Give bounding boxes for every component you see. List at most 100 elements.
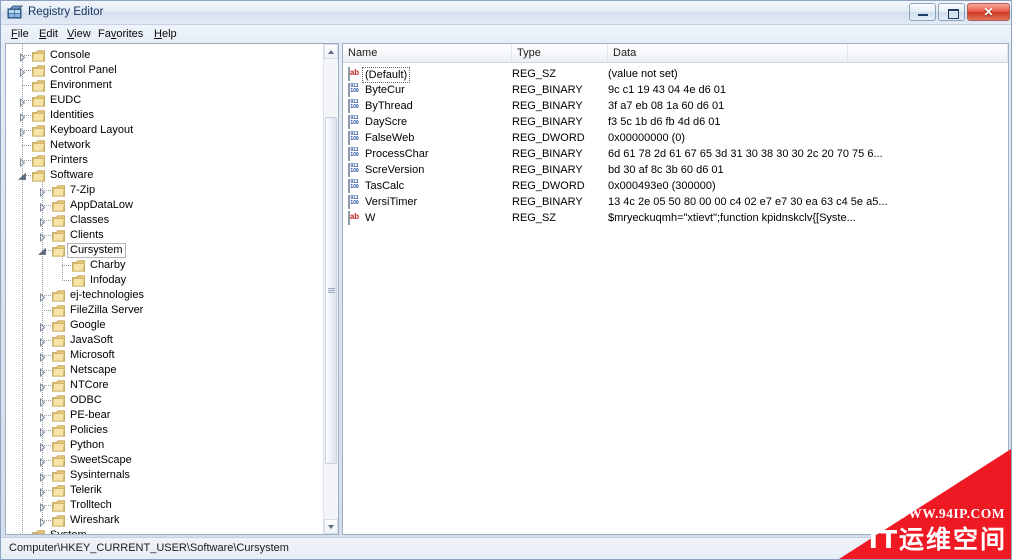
expand-triangle-icon[interactable] [38, 487, 47, 498]
tree-node-wireshark[interactable]: Wireshark [6, 513, 316, 528]
expand-triangle-icon[interactable] [38, 367, 47, 378]
tree-node-classes[interactable]: Classes [6, 213, 316, 228]
value-row[interactable]: 011100 DayScre REG_BINARY f3 5c 1b d6 fb 4d… [343, 114, 1008, 130]
tree-node-eudc[interactable]: EUDC [6, 93, 316, 108]
collapse-triangle-icon[interactable] [17, 172, 27, 181]
expand-triangle-icon[interactable] [38, 217, 47, 228]
tree-node-policies[interactable]: Policies [6, 423, 316, 438]
value-row[interactable]: ab W REG_SZ $mryeckuqmh="xtievt";function k… [343, 210, 1008, 226]
expand-triangle-icon[interactable] [38, 502, 47, 513]
expand-triangle-icon[interactable] [18, 97, 27, 108]
value-row[interactable]: 011100 FalseWeb REG_DWORD 0x00000000 (0) [343, 130, 1008, 146]
expand-triangle-icon[interactable] [38, 397, 47, 408]
tree-node-filezilla-server[interactable]: FileZilla Server [6, 303, 316, 318]
value-row[interactable]: 011100 ProcessChar REG_BINARY 6d 61 78 2d 6… [343, 146, 1008, 162]
expand-triangle-icon[interactable] [38, 232, 47, 243]
tree-node-javasoft[interactable]: JavaSoft [6, 333, 316, 348]
tree-node-software[interactable]: Software [6, 168, 316, 183]
expand-triangle-icon[interactable] [18, 52, 27, 63]
tree-node-sweetscape[interactable]: SweetScape [6, 453, 316, 468]
folder-icon [32, 50, 46, 62]
expand-triangle-icon[interactable] [38, 322, 47, 333]
expand-triangle-icon[interactable] [38, 352, 47, 363]
column-header-blank[interactable] [848, 44, 1008, 62]
column-header-data[interactable]: Data [608, 44, 848, 62]
tree-node-charby[interactable]: Charby [6, 258, 316, 273]
expand-triangle-icon[interactable] [18, 532, 27, 534]
value-row[interactable]: ab(Default) REG_SZ (value not set) [343, 66, 1008, 83]
tree-node-infoday[interactable]: Infoday [6, 273, 316, 288]
tree-node-identities[interactable]: Identities [6, 108, 316, 123]
expand-triangle-icon[interactable] [38, 382, 47, 393]
tree-node-trolltech[interactable]: Trolltech [6, 498, 316, 513]
expand-triangle-icon[interactable] [38, 337, 47, 348]
value-row[interactable]: 011100 ScreVersion REG_BINARY bd 30 af 8c 3… [343, 162, 1008, 178]
tree-node-sysinternals[interactable]: Sysinternals [6, 468, 316, 483]
tree-node-odbc[interactable]: ODBC [6, 393, 316, 408]
tree-node-label: AppDataLow [70, 199, 133, 211]
tree-node-appdatalow[interactable]: AppDataLow [6, 198, 316, 213]
folder-icon [32, 140, 46, 152]
tree-node-google[interactable]: Google [6, 318, 316, 333]
expand-triangle-icon[interactable] [38, 457, 47, 468]
tree-node-label: NTCore [70, 379, 109, 391]
menu-item-edit[interactable]: Edit [35, 27, 62, 41]
expand-triangle-icon[interactable] [18, 112, 27, 123]
menu-item-favorites[interactable]: Favorites [94, 27, 147, 41]
maximize-button[interactable] [938, 3, 965, 21]
tree-node-label: FileZilla Server [70, 304, 144, 316]
expand-triangle-icon[interactable] [38, 472, 47, 483]
tree-node-microsoft[interactable]: Microsoft [6, 348, 316, 363]
tree-node-console[interactable]: Console [6, 48, 316, 63]
minimize-button[interactable] [909, 3, 936, 21]
tree-node-7-zip[interactable]: 7-Zip [6, 183, 316, 198]
tree-node-environment[interactable]: Environment [6, 78, 316, 93]
expand-triangle-icon[interactable] [38, 412, 47, 423]
expand-triangle-icon[interactable] [38, 442, 47, 453]
expand-triangle-icon[interactable] [18, 157, 27, 168]
collapse-triangle-icon[interactable] [37, 247, 47, 256]
menu-item-view[interactable]: View [63, 27, 95, 41]
tree-node-cursystem[interactable]: Cursystem [6, 243, 316, 258]
tree-node-printers[interactable]: Printers [6, 153, 316, 168]
tree-node-telerik[interactable]: Telerik [6, 483, 316, 498]
column-header-name[interactable]: Name [343, 44, 512, 62]
scroll-down-button[interactable] [324, 519, 338, 534]
close-button[interactable]: ✕ [967, 3, 1010, 21]
menu-item-file[interactable]: File [7, 27, 33, 41]
tree-node-ntcore[interactable]: NTCore [6, 378, 316, 393]
tree-node-pe-bear[interactable]: PE-bear [6, 408, 316, 423]
scroll-up-button[interactable] [324, 44, 338, 59]
scrollbar-thumb[interactable] [325, 117, 337, 464]
value-row[interactable]: 011100 ByteCur REG_BINARY 9c c1 19 43 04 4e… [343, 82, 1008, 98]
tree-node-control-panel[interactable]: Control Panel [6, 63, 316, 78]
expand-triangle-icon[interactable] [38, 427, 47, 438]
folder-icon [52, 440, 66, 452]
tree-vertical-scrollbar[interactable] [323, 44, 338, 534]
expand-triangle-icon[interactable] [38, 202, 47, 213]
column-header-type[interactable]: Type [512, 44, 608, 62]
folder-icon [72, 260, 86, 272]
value-name: FalseWeb [365, 132, 415, 144]
tree-node-netscape[interactable]: Netscape [6, 363, 316, 378]
value-row[interactable]: 011100 TasCalc REG_DWORD 0x000493e0 (300000… [343, 178, 1008, 194]
tree-node-python[interactable]: Python [6, 438, 316, 453]
registry-tree[interactable]: Console Control Panel Environment EUDC Ident… [6, 44, 324, 534]
tree-node-ej-technologies[interactable]: ej-technologies [6, 288, 316, 303]
tree-node-keyboard-layout[interactable]: Keyboard Layout [6, 123, 316, 138]
tree-node-label: PE-bear [70, 409, 111, 421]
expand-triangle-icon[interactable] [18, 67, 27, 78]
folder-icon [52, 470, 66, 482]
tree-node-clients[interactable]: Clients [6, 228, 316, 243]
tree-node-network[interactable]: Network [6, 138, 316, 153]
tree-node-system[interactable]: System [6, 528, 316, 534]
tree-node-label: Classes [70, 214, 110, 226]
menu-item-help[interactable]: Help [150, 27, 181, 41]
expand-triangle-icon[interactable] [38, 517, 47, 528]
value-row[interactable]: 011100 VersiTimer REG_BINARY 13 4c 2e 05 50… [343, 194, 1008, 210]
value-row[interactable]: 011100 ByThread REG_BINARY 3f a7 eb 08 1a 6… [343, 98, 1008, 114]
expand-triangle-icon[interactable] [38, 292, 47, 303]
value-type-icon: 011100 [348, 147, 361, 161]
expand-triangle-icon[interactable] [18, 127, 27, 138]
expand-triangle-icon[interactable] [38, 187, 47, 198]
